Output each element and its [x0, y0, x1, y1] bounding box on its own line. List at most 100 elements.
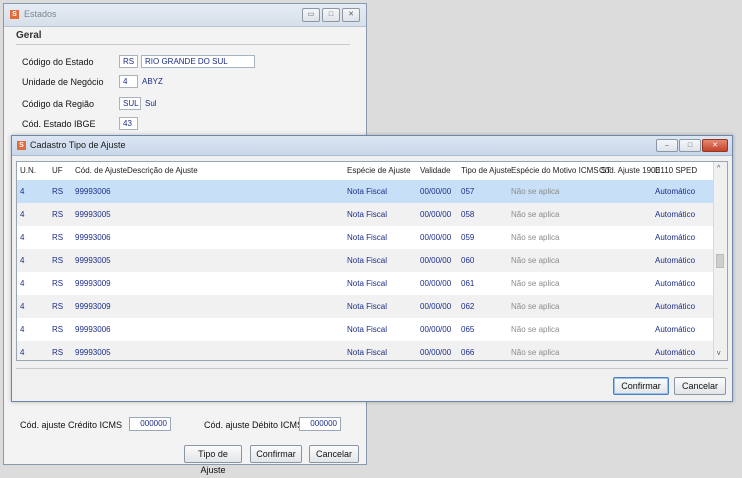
- table-row[interactable]: 4 RS 99993005 Nota Fiscal 00/00/00 060 Não se …: [17, 249, 714, 272]
- maximize-icon[interactable]: □: [322, 8, 340, 22]
- cell-uf: RS: [52, 325, 64, 334]
- table-row[interactable]: 4 RS 99993005 Nota Fiscal 00/00/00 058 Não se …: [17, 203, 714, 226]
- cell-especie-motivo: Não se aplica: [511, 233, 560, 242]
- cell-cod-ajuste: 99993006: [75, 233, 111, 242]
- maximize-icon[interactable]: □: [679, 139, 701, 152]
- codigo-regiao-label: Código da Região: [22, 98, 95, 109]
- group-divider: [16, 44, 350, 45]
- col-especie[interactable]: Espécie de Ajuste: [347, 166, 411, 175]
- cadastro-divider: [16, 368, 728, 369]
- col-cod-1900[interactable]: Cód. Ajuste 1900: [599, 166, 660, 175]
- cell-cod-ajuste: 99993009: [75, 279, 111, 288]
- cadastro-cancelar-button[interactable]: Cancelar: [674, 377, 726, 395]
- cell-tipo-ajuste: 065: [461, 325, 475, 334]
- cell-e110-sped: Automático: [655, 187, 696, 196]
- ajuste-grid[interactable]: U.N. UF Cód. de Ajuste Descrição de Ajus…: [16, 161, 728, 361]
- cell-especie: Nota Fiscal: [347, 279, 388, 288]
- scroll-up-icon[interactable]: ^: [717, 165, 720, 172]
- col-validade[interactable]: Validade: [420, 166, 451, 175]
- cell-un: 4: [20, 325, 25, 334]
- unidade-negocio-label: Unidade de Negócio: [22, 76, 104, 87]
- cell-validade: 00/00/00: [420, 233, 452, 242]
- col-descricao[interactable]: Descrição de Ajuste: [127, 166, 198, 175]
- debito-icms-input[interactable]: 000000: [299, 417, 341, 431]
- col-especie-motivo[interactable]: Espécie do Motivo ICMS ST: [511, 166, 611, 175]
- cell-uf: RS: [52, 210, 64, 219]
- codigo-estado-input[interactable]: RS: [119, 55, 138, 68]
- cell-cod-ajuste: 99993005: [75, 210, 111, 219]
- cell-especie: Nota Fiscal: [347, 256, 388, 265]
- cell-especie: Nota Fiscal: [347, 348, 388, 357]
- vertical-scrollbar[interactable]: ^ v: [713, 162, 727, 360]
- cell-validade: 00/00/00: [420, 348, 452, 357]
- estado-name-field[interactable]: RIO GRANDE DO SUL: [141, 55, 255, 68]
- cell-e110-sped: Automático: [655, 233, 696, 242]
- cell-e110-sped: Automático: [655, 302, 696, 311]
- app-icon: S: [10, 10, 19, 19]
- cell-especie-motivo: Não se aplica: [511, 187, 560, 196]
- close-icon[interactable]: ✕: [342, 8, 360, 22]
- col-cod-ajuste[interactable]: Cód. de Ajuste: [75, 166, 127, 175]
- cell-e110-sped: Automático: [655, 325, 696, 334]
- cell-un: 4: [20, 279, 25, 288]
- cell-validade: 00/00/00: [420, 302, 452, 311]
- cell-tipo-ajuste: 059: [461, 233, 475, 242]
- cell-especie: Nota Fiscal: [347, 233, 388, 242]
- scroll-down-icon[interactable]: v: [717, 350, 721, 357]
- group-title: Geral: [16, 30, 42, 41]
- field-codigo-regiao: Código da Região SUL Sul: [22, 96, 157, 111]
- cell-especie: Nota Fiscal: [347, 325, 388, 334]
- cell-cod-ajuste: 99993009: [75, 302, 111, 311]
- credito-icms-input[interactable]: 000000: [129, 417, 171, 431]
- cell-tipo-ajuste: 057: [461, 187, 475, 196]
- cell-especie-motivo: Não se aplica: [511, 348, 560, 357]
- cod-estado-ibge-input[interactable]: 43: [119, 117, 138, 130]
- table-row[interactable]: 4 RS 99993009 Nota Fiscal 00/00/00 061 Não se …: [17, 272, 714, 295]
- estados-title: Estados: [24, 9, 57, 19]
- cell-tipo-ajuste: 066: [461, 348, 475, 357]
- field-unidade-negocio: Unidade de Negócio 4 ABYZ: [22, 74, 163, 89]
- codigo-regiao-input[interactable]: SUL: [119, 97, 141, 110]
- col-tipo-ajuste[interactable]: Tipo de Ajuste: [461, 166, 511, 175]
- table-row[interactable]: 4 RS 99993005 Nota Fiscal 00/00/00 066 Não se …: [17, 341, 714, 360]
- estados-title-bar[interactable]: S Estados ▭ □ ✕: [4, 4, 366, 27]
- table-row[interactable]: 4 RS 99993009 Nota Fiscal 00/00/00 062 Não se …: [17, 295, 714, 318]
- cadastro-title-bar[interactable]: S Cadastro Tipo de Ajuste – □ ✕: [12, 136, 732, 156]
- cell-uf: RS: [52, 348, 64, 357]
- unidade-negocio-input[interactable]: 4: [119, 75, 138, 88]
- cell-especie-motivo: Não se aplica: [511, 279, 560, 288]
- group-geral: Geral Código do Estado RS RIO GRANDE DO …: [16, 30, 354, 138]
- close-icon[interactable]: ✕: [702, 139, 728, 152]
- minimize-icon[interactable]: –: [656, 139, 678, 152]
- cancelar-button[interactable]: Cancelar: [309, 445, 359, 463]
- cell-un: 4: [20, 187, 25, 196]
- debito-icms-label: Cód. ajuste Débito ICMS: [204, 420, 304, 430]
- table-row[interactable]: 4 RS 99993006 Nota Fiscal 00/00/00 065 Não se …: [17, 318, 714, 341]
- cell-tipo-ajuste: 062: [461, 302, 475, 311]
- cell-e110-sped: Automático: [655, 279, 696, 288]
- confirmar-button[interactable]: Confirmar: [250, 445, 302, 463]
- unidade-negocio-name: ABYZ: [142, 77, 163, 86]
- cell-tipo-ajuste: 060: [461, 256, 475, 265]
- minimize-icon[interactable]: ▭: [302, 8, 320, 22]
- col-un[interactable]: U.N.: [20, 166, 36, 175]
- grid-header: U.N. UF Cód. de Ajuste Descrição de Ajus…: [17, 162, 714, 181]
- cell-cod-ajuste: 99993006: [75, 187, 111, 196]
- tipo-ajuste-button[interactable]: Tipo de Ajuste: [184, 445, 242, 475]
- table-row[interactable]: 4 RS 99993006 Nota Fiscal 00/00/00 057 Não se …: [17, 180, 714, 203]
- cell-uf: RS: [52, 233, 64, 242]
- cell-tipo-ajuste: 058: [461, 210, 475, 219]
- cadastro-confirmar-button[interactable]: Confirmar: [613, 377, 669, 395]
- cell-validade: 00/00/00: [420, 325, 452, 334]
- cell-validade: 00/00/00: [420, 279, 452, 288]
- cell-especie-motivo: Não se aplica: [511, 256, 560, 265]
- cell-especie: Nota Fiscal: [347, 302, 388, 311]
- cell-cod-ajuste: 99993005: [75, 256, 111, 265]
- col-e110-sped[interactable]: E110 SPED: [655, 166, 697, 175]
- table-row[interactable]: 4 RS 99993006 Nota Fiscal 00/00/00 059 Não se …: [17, 226, 714, 249]
- cell-un: 4: [20, 233, 25, 242]
- cell-uf: RS: [52, 302, 64, 311]
- col-uf[interactable]: UF: [52, 166, 63, 175]
- scroll-thumb[interactable]: [716, 254, 724, 268]
- field-cod-estado-ibge: Cód. Estado IBGE 43: [22, 116, 138, 131]
